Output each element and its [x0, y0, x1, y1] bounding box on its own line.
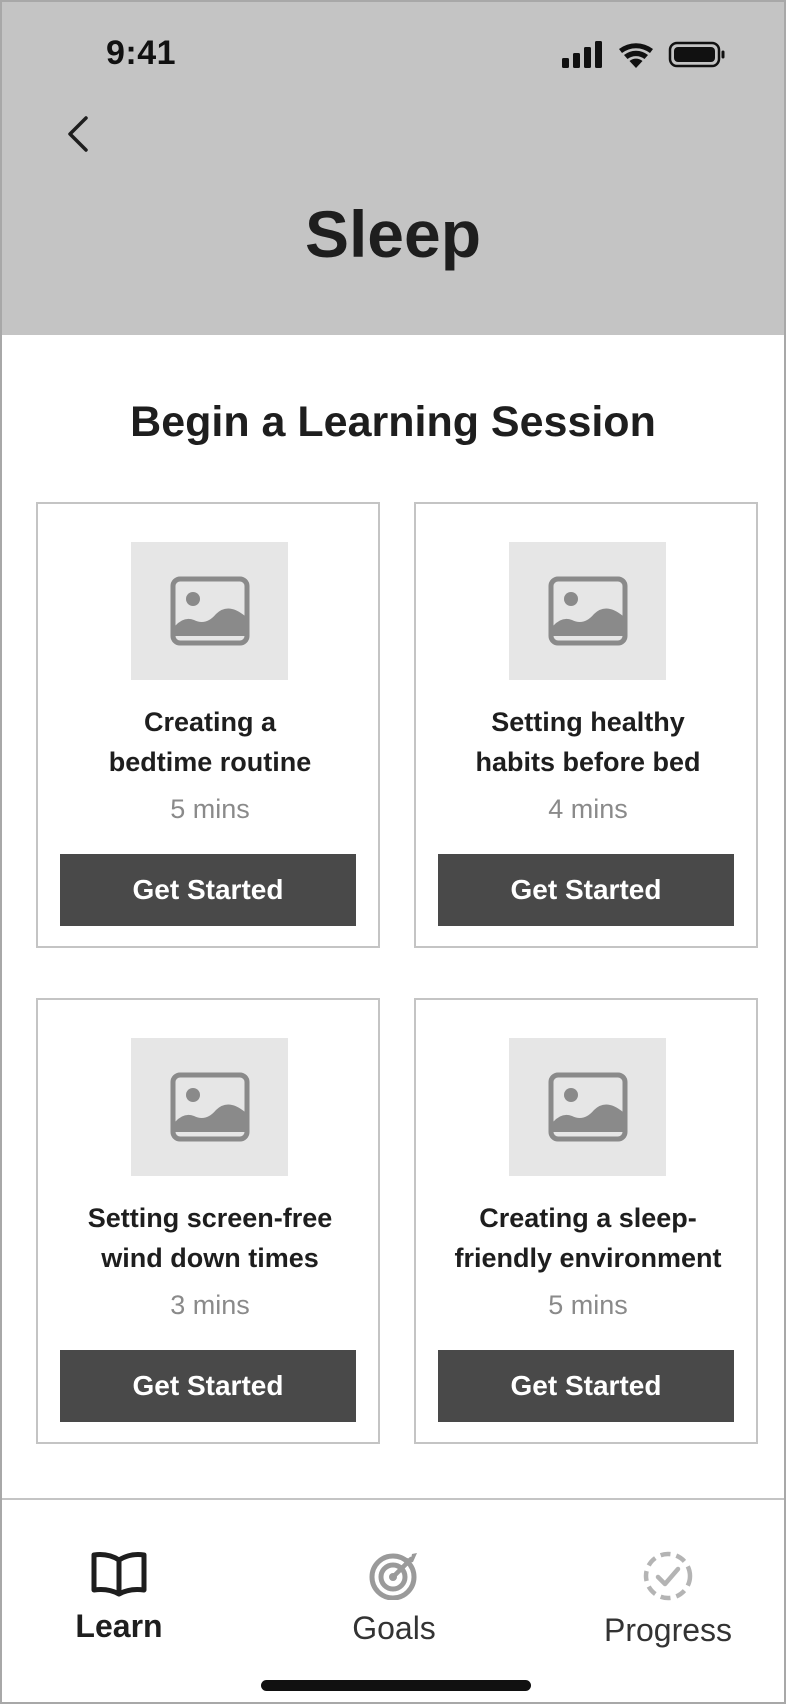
session-title: Creating a bedtime routine: [108, 707, 312, 777]
session-card: Setting healthy habits before bed 4 mins…: [414, 502, 758, 948]
session-card: Creating a bedtime routine 5 mins Get St…: [36, 502, 380, 948]
session-card: Setting screen-free wind down times 3 mi…: [36, 998, 380, 1444]
get-started-button[interactable]: Get Started: [438, 1350, 734, 1422]
cellular-signal-icon: [562, 41, 602, 68]
tab-bar: Learn Goals Progress: [2, 1498, 784, 1702]
image-placeholder-icon: [170, 576, 250, 646]
tab-learn-label: Learn: [75, 1608, 163, 1644]
session-title: Creating a sleep- friendly environment: [454, 1203, 722, 1273]
get-started-button[interactable]: Get Started: [60, 854, 356, 926]
image-placeholder-icon: [548, 576, 628, 646]
phone-screen: 9:41 Sleep Begin a Learning Session Crea…: [0, 0, 786, 1704]
session-duration: 3 mins: [170, 1290, 250, 1320]
session-duration: 5 mins: [170, 794, 250, 824]
session-duration: 4 mins: [548, 794, 628, 824]
session-title: Setting healthy habits before bed: [475, 707, 701, 777]
battery-icon: [668, 41, 725, 68]
home-indicator: [261, 1680, 531, 1691]
tab-progress-label: Progress: [603, 1612, 733, 1648]
status-time: 9:41: [106, 34, 177, 72]
tab-progress[interactable]: Progress: [568, 1550, 768, 1660]
tab-goals-label: Goals: [352, 1610, 436, 1646]
section-title: Begin a Learning Session: [130, 398, 656, 446]
target-icon: [369, 1553, 417, 1600]
image-placeholder-icon: [170, 1072, 250, 1142]
get-started-button[interactable]: Get Started: [438, 854, 734, 926]
tab-learn[interactable]: Learn: [19, 1550, 219, 1660]
page-title: Sleep: [304, 197, 482, 271]
session-duration: 5 mins: [548, 1290, 628, 1320]
open-book-icon: [91, 1552, 147, 1597]
session-image: [131, 542, 288, 680]
session-card: Creating a sleep- friendly environment 5…: [414, 998, 758, 1444]
session-title: Setting screen-free wind down times: [87, 1203, 333, 1273]
dashed-check-circle-icon: [643, 1551, 693, 1601]
session-image: [509, 542, 666, 680]
status-icons: [562, 40, 732, 70]
header: 9:41 Sleep: [2, 2, 784, 335]
image-placeholder-icon: [548, 1072, 628, 1142]
session-image: [509, 1038, 666, 1176]
get-started-button[interactable]: Get Started: [60, 1350, 356, 1422]
wifi-icon: [619, 43, 653, 68]
tab-goals[interactable]: Goals: [294, 1550, 494, 1660]
session-image: [131, 1038, 288, 1176]
back-button[interactable]: [60, 110, 100, 158]
chevron-left-icon: [68, 116, 88, 152]
